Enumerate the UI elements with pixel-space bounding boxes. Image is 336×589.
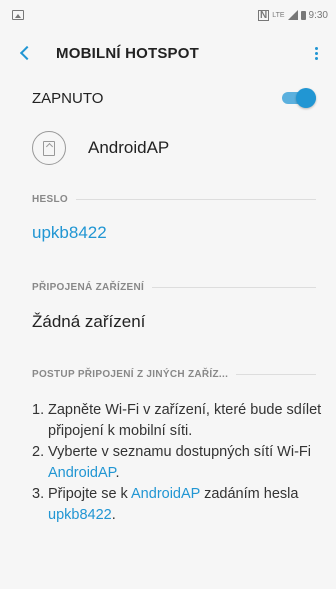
network-type: LTE <box>272 11 285 19</box>
divider <box>152 286 316 288</box>
app-bar: MOBILNÍ HOTSPOT <box>0 30 336 76</box>
network-name: AndroidAP <box>88 138 170 157</box>
connected-devices-header: PŘIPOJENÁ ZAŘÍZENÍ <box>32 279 316 295</box>
switch-knob <box>296 88 316 108</box>
status-bar-left <box>12 10 24 20</box>
toggle-label: ZAPNUTO <box>32 89 104 107</box>
network-name-link: AndroidAP <box>131 486 201 502</box>
back-arrow-icon[interactable] <box>19 45 35 61</box>
instruction-step: 3. Připojte se k AndroidAP zadáním hesla… <box>32 486 299 523</box>
share-icon <box>32 131 66 165</box>
password-header-text: HESLO <box>32 193 68 205</box>
network-name-link: AndroidAP <box>48 465 116 481</box>
hotspot-switch[interactable] <box>282 88 316 108</box>
nfc-icon: N <box>257 9 270 21</box>
more-options-icon[interactable] <box>311 43 322 64</box>
status-bar-right: N LTE 9:30 <box>257 9 328 21</box>
password-section-header: HESLO <box>32 191 316 207</box>
instruction-step: 2. Vyberte v seznamu dostupných sítí Wi-… <box>32 444 311 481</box>
gallery-notification-icon <box>12 10 24 20</box>
hotspot-toggle-row[interactable]: ZAPNUTO <box>0 78 336 118</box>
page-title: MOBILNÍ HOTSPOT <box>56 44 199 62</box>
howto-section-header: POSTUP PŘIPOJENÍ Z JINÝCH ZAŘÍZ... <box>32 366 316 382</box>
battery-icon <box>300 10 306 20</box>
divider <box>75 198 316 200</box>
signal-icon <box>287 10 298 20</box>
status-time: 9:30 <box>308 9 328 21</box>
instruction-list: 1. Zapněte Wi-Fi v zařízení, které bude … <box>32 400 322 526</box>
status-bar: N LTE 9:30 <box>0 0 336 30</box>
howto-header-text: POSTUP PŘIPOJENÍ Z JINÝCH ZAŘÍZ... <box>32 368 229 380</box>
password-link: upkb8422 <box>48 507 112 523</box>
devices-header-text: PŘIPOJENÁ ZAŘÍZENÍ <box>32 281 145 293</box>
divider <box>236 373 316 375</box>
instruction-step: 1. Zapněte Wi-Fi v zařízení, které bude … <box>32 402 322 439</box>
password-value[interactable]: upkb8422 <box>32 223 107 243</box>
no-devices-text: Žádná zařízení <box>32 312 146 331</box>
network-name-row[interactable]: AndroidAP <box>0 126 336 170</box>
